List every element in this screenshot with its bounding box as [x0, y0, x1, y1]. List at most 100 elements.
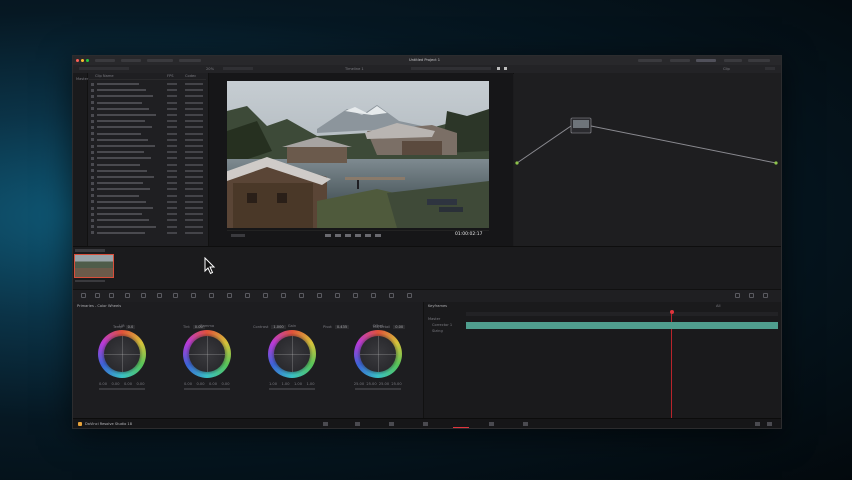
- clip-thumbnail[interactable]: [74, 254, 114, 278]
- palette-tool-icon[interactable]: [749, 293, 754, 298]
- zoom-window-button[interactable]: [86, 59, 89, 62]
- color-page-icon[interactable]: [453, 421, 469, 428]
- bin-dropdown[interactable]: [79, 67, 129, 70]
- palette-tool-icon[interactable]: [281, 293, 286, 298]
- column-fps[interactable]: FPS: [167, 74, 174, 78]
- node-mode[interactable]: Clip: [723, 67, 730, 71]
- wheel-value[interactable]: 1.00: [305, 382, 317, 386]
- palette-tool-icon[interactable]: [299, 293, 304, 298]
- master-wheel-slider[interactable]: [184, 388, 230, 390]
- palette-tool-icon[interactable]: [227, 293, 232, 298]
- wheel-value[interactable]: 0.00: [135, 382, 147, 386]
- master-bin[interactable]: Master: [76, 77, 88, 81]
- palette-tool-icon[interactable]: [263, 293, 268, 298]
- palette-tool-icon[interactable]: [109, 293, 114, 298]
- media-pool-tab[interactable]: [95, 59, 115, 62]
- palette-tool-icon[interactable]: [245, 293, 250, 298]
- edit-page-icon[interactable]: [389, 422, 394, 426]
- wheel-value[interactable]: 1.00: [267, 382, 279, 386]
- track-sizing[interactable]: Sizing: [432, 329, 443, 333]
- loop-button[interactable]: [375, 234, 381, 237]
- wheel-value[interactable]: 1.00: [292, 382, 304, 386]
- palette-tool-icon[interactable]: [209, 293, 214, 298]
- media-page-icon[interactable]: [323, 422, 328, 426]
- media-pool-row[interactable]: [89, 230, 206, 236]
- fusion-page-icon[interactable]: [423, 422, 428, 426]
- effects-tab[interactable]: [724, 59, 742, 62]
- color-wheel[interactable]: [354, 330, 402, 378]
- palette-tool-icon[interactable]: [735, 293, 740, 298]
- wheel-value[interactable]: 25.00: [366, 382, 378, 386]
- play-button[interactable]: [355, 234, 361, 237]
- master-wheel-slider[interactable]: [99, 388, 145, 390]
- palette-tool-icon[interactable]: [95, 293, 100, 298]
- palette-tool-icon[interactable]: [371, 293, 376, 298]
- wheel-value[interactable]: 25.00: [378, 382, 390, 386]
- view-options[interactable]: [223, 67, 253, 70]
- palette-tool-icon[interactable]: [335, 293, 340, 298]
- deliver-page-icon[interactable]: [523, 422, 528, 426]
- track-master[interactable]: Master: [428, 317, 440, 321]
- clips-tab[interactable]: [179, 59, 201, 62]
- palette-tool-icon[interactable]: [317, 293, 322, 298]
- jog-right-button[interactable]: [365, 234, 371, 237]
- palette-tool-icon[interactable]: [125, 293, 130, 298]
- wheel-value[interactable]: 1.00: [280, 382, 292, 386]
- param-value[interactable]: 0.435: [334, 325, 350, 329]
- media-browser-tab[interactable]: [147, 59, 173, 62]
- param-pivot[interactable]: Pivot 0.435: [323, 313, 350, 332]
- palette-tool-icon[interactable]: [157, 293, 162, 298]
- viewer-mode-icon[interactable]: [497, 67, 500, 70]
- master-wheel-slider[interactable]: [355, 388, 401, 390]
- zoom-level[interactable]: 20%: [206, 67, 214, 71]
- wheel-value[interactable]: 0.00: [220, 382, 232, 386]
- palette-tool-icon[interactable]: [389, 293, 394, 298]
- luts-tab[interactable]: [121, 59, 141, 62]
- palette-tool-icon[interactable]: [173, 293, 178, 298]
- node-menu[interactable]: [765, 67, 775, 70]
- home-icon[interactable]: [755, 422, 760, 426]
- gallery-tab[interactable]: [670, 59, 690, 62]
- settings-icon[interactable]: [767, 422, 772, 426]
- minimize-window-button[interactable]: [81, 59, 84, 62]
- column-codec[interactable]: Codec: [185, 74, 196, 78]
- color-wheel[interactable]: [183, 330, 231, 378]
- palette-tool-icon[interactable]: [81, 293, 86, 298]
- viewer-timecode: 01:00:02:17: [455, 232, 483, 237]
- palette-tool-icon[interactable]: [191, 293, 196, 298]
- wheel-value[interactable]: 0.00: [97, 382, 109, 386]
- wheel-value[interactable]: 0.00: [110, 382, 122, 386]
- keyframe-ruler[interactable]: [466, 312, 778, 316]
- wheel-value[interactable]: 0.00: [195, 382, 207, 386]
- wheel-value[interactable]: 25.00: [353, 382, 365, 386]
- palette-tool-icon[interactable]: [141, 293, 146, 298]
- fairlight-page-icon[interactable]: [489, 422, 494, 426]
- viewer-controls[interactable]: [411, 67, 491, 70]
- wheel-value[interactable]: 25.00: [391, 382, 403, 386]
- keyframes-mode[interactable]: All: [716, 304, 720, 308]
- color-wheel[interactable]: [268, 330, 316, 378]
- stop-button[interactable]: [345, 234, 351, 237]
- jog-left-button[interactable]: [325, 234, 331, 237]
- wheel-value[interactable]: 0.00: [207, 382, 219, 386]
- column-clip-name[interactable]: Clip Name: [95, 74, 114, 78]
- viewer-tools[interactable]: [231, 234, 245, 237]
- color-wheel[interactable]: [98, 330, 146, 378]
- master-keyframe-bar[interactable]: [466, 322, 778, 329]
- lightbox-tab[interactable]: [638, 59, 662, 62]
- nodes-tab[interactable]: [696, 59, 716, 62]
- close-window-button[interactable]: [76, 59, 79, 62]
- library-tab[interactable]: [748, 59, 770, 62]
- master-wheel-slider[interactable]: [269, 388, 315, 390]
- play-reverse-button[interactable]: [335, 234, 341, 237]
- palette-tool-icon[interactable]: [353, 293, 358, 298]
- more-icon[interactable]: [504, 67, 507, 70]
- cut-page-icon[interactable]: [355, 422, 360, 426]
- palette-tool-icon[interactable]: [763, 293, 768, 298]
- wheel-value[interactable]: 0.00: [122, 382, 134, 386]
- timeline-name[interactable]: Timeline 1: [345, 67, 364, 71]
- wheel-value[interactable]: 0.00: [182, 382, 194, 386]
- track-corrector[interactable]: Corrector 1: [432, 323, 452, 327]
- corrector-node[interactable]: [571, 118, 591, 133]
- palette-tool-icon[interactable]: [407, 293, 412, 298]
